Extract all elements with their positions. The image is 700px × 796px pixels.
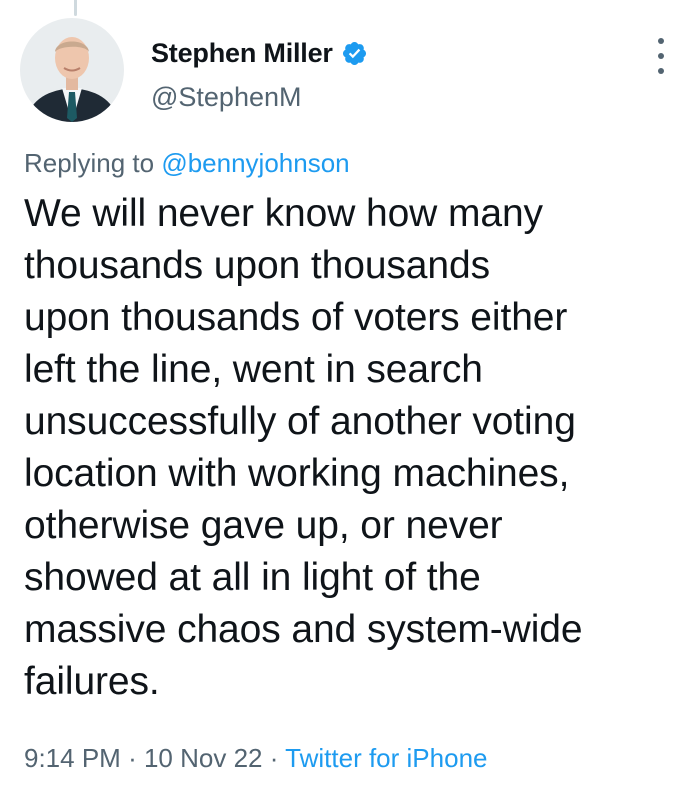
tweet-time[interactable]: 9:14 PM bbox=[24, 743, 121, 773]
avatar[interactable] bbox=[20, 18, 124, 122]
author-handle[interactable]: @StephenM bbox=[151, 82, 302, 113]
meta-separator: · bbox=[128, 743, 137, 773]
author-name-row[interactable]: Stephen Miller bbox=[151, 38, 368, 69]
meta-separator: · bbox=[269, 743, 279, 773]
thread-connector-line bbox=[74, 0, 77, 16]
tweet-text-line: upon thousands of voters either bbox=[24, 296, 568, 339]
tweet-text-line: unsuccessfully of another voting bbox=[24, 400, 576, 443]
tweet-source-link[interactable]: Twitter for iPhone bbox=[285, 743, 487, 773]
tweet-text-line: failures. bbox=[24, 660, 160, 703]
more-options-icon[interactable] bbox=[654, 38, 668, 74]
tweet-text-line: thousands upon thousands bbox=[24, 244, 490, 287]
tweet-text: We will never know how many thousands up… bbox=[24, 188, 684, 708]
replying-to-label: Replying to bbox=[24, 148, 155, 178]
tweet-text-line: location with working machines, bbox=[24, 452, 570, 495]
tweet-text-line: massive chaos and system-wide bbox=[24, 608, 583, 651]
more-dot bbox=[658, 53, 664, 59]
tweet-text-line: otherwise gave up, or never bbox=[24, 504, 503, 547]
reply-target-handle[interactable]: @bennyjohnson bbox=[161, 148, 349, 178]
tweet-text-line: We will never know how many bbox=[24, 192, 543, 235]
tweet-text-line: showed at all in light of the bbox=[24, 556, 481, 599]
more-dot bbox=[658, 68, 664, 74]
replying-to: Replying to @bennyjohnson bbox=[24, 148, 350, 179]
verified-badge-icon bbox=[342, 41, 366, 66]
tweet-date[interactable]: 10 Nov 22 bbox=[144, 743, 263, 773]
tweet-metadata: 9:14 PM · 10 Nov 22 · Twitter for iPhone bbox=[24, 743, 487, 774]
tweet-text-line: left the line, went in search bbox=[24, 348, 483, 391]
more-dot bbox=[658, 38, 664, 44]
tweet: Stephen Miller @StephenM Replying to @be… bbox=[0, 0, 700, 796]
author-display-name[interactable]: Stephen Miller bbox=[151, 38, 333, 69]
